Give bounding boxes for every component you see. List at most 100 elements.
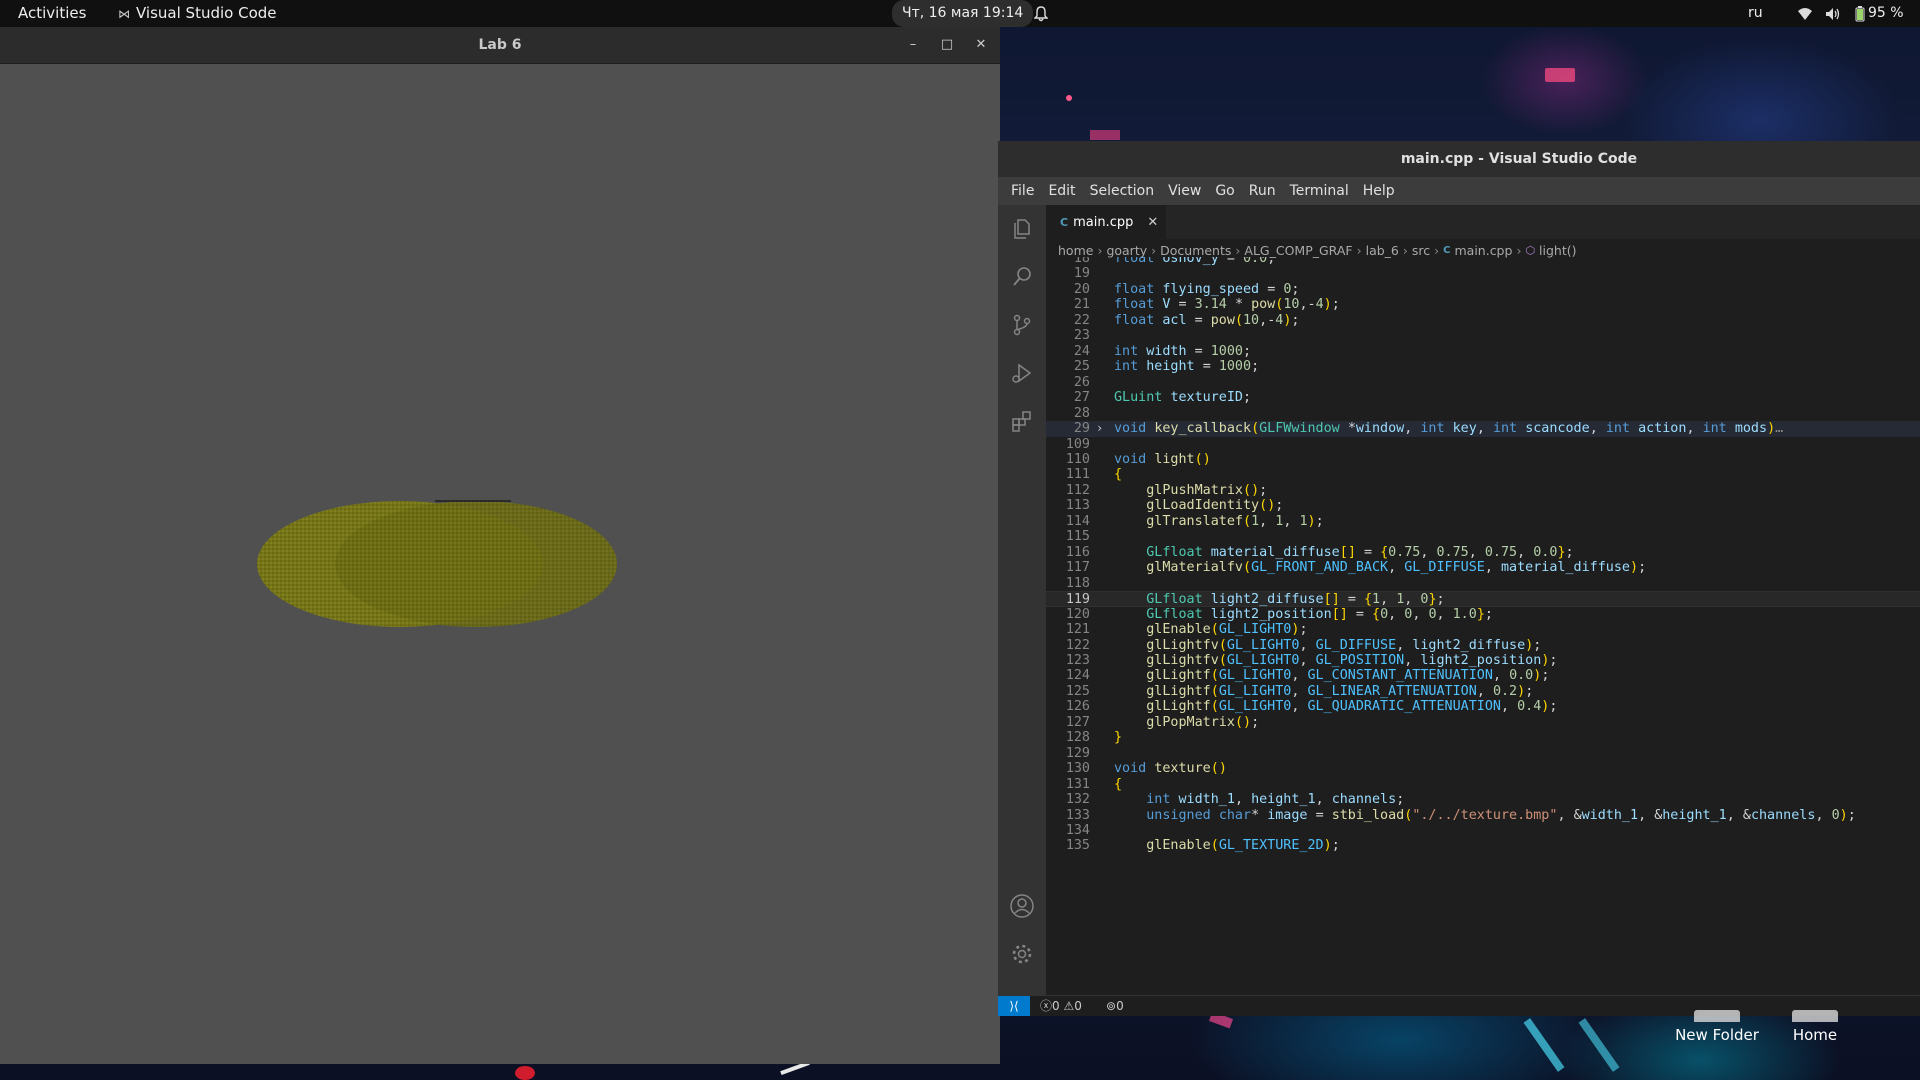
activities-button[interactable]: Activities — [18, 0, 86, 27]
tab-main-cpp[interactable]: C main.cpp ✕ — [1046, 205, 1166, 239]
code-line[interactable]: 126 glLightf(GL_LIGHT0, GL_QUADRATIC_ATT… — [1046, 699, 1920, 714]
code-line[interactable]: 121 glEnable(GL_LIGHT0); — [1046, 622, 1920, 637]
code-editor[interactable]: 18 float osnov_y = 0.0; 19 20 float flying_s… — [1046, 257, 1920, 995]
code-line[interactable]: 21 float V = 3.14 * pow(10,-4); — [1046, 297, 1920, 312]
code-line[interactable]: 120 GLfloat light2_position[] = {0, 0, 0… — [1046, 607, 1920, 622]
volume-icon[interactable] — [1825, 0, 1841, 27]
breadcrumb-item[interactable]: light() — [1539, 243, 1576, 258]
explorer-icon[interactable] — [998, 205, 1046, 253]
fold-chevron-icon[interactable]: › — [1096, 421, 1103, 436]
code-text: glPopMatrix(); — [1146, 714, 1260, 730]
breadcrumb-item[interactable]: ALG_COMP_GRAF — [1244, 243, 1352, 258]
app-menu[interactable]: ⋈ Visual Studio Code — [118, 0, 277, 27]
code-line[interactable]: 114 glTranslatef(1, 1, 1); — [1046, 514, 1920, 529]
code-line[interactable]: 119 GLfloat light2_diffuse[] = {1, 1, 0}… — [1046, 591, 1920, 607]
run-debug-icon[interactable] — [998, 349, 1046, 397]
code-line[interactable]: 129 — [1046, 746, 1920, 761]
code-line[interactable]: 131 { — [1046, 777, 1920, 792]
code-line[interactable]: 19 — [1046, 266, 1920, 281]
code-line[interactable]: 125 glLightf(GL_LIGHT0, GL_LINEAR_ATTENU… — [1046, 684, 1920, 699]
wallpaper-light — [515, 1066, 535, 1080]
code-line[interactable]: 123 glLightfv(GL_LIGHT0, GL_POSITION, li… — [1046, 653, 1920, 668]
menu-run[interactable]: Run — [1242, 183, 1283, 199]
code-line[interactable]: 27 GLuint textureID; — [1046, 390, 1920, 405]
code-line[interactable]: 26 — [1046, 375, 1920, 390]
menu-edit[interactable]: Edit — [1041, 183, 1082, 199]
breadcrumb-item[interactable]: src — [1412, 243, 1430, 258]
lab6-window: Lab 6 – □ ✕ — [0, 27, 1000, 1064]
breadcrumb-item[interactable]: Documents — [1160, 243, 1231, 258]
settings-gear-icon[interactable] — [998, 930, 1046, 978]
tab-close-icon[interactable]: ✕ — [1147, 215, 1158, 230]
minimize-button[interactable]: – — [898, 27, 928, 63]
breadcrumb-item[interactable]: goarty — [1106, 243, 1147, 258]
code-line[interactable]: 124 glLightf(GL_LIGHT0, GL_CONSTANT_ATTE… — [1046, 668, 1920, 683]
menu-selection[interactable]: Selection — [1083, 183, 1162, 199]
opengl-canvas[interactable] — [0, 64, 1000, 1064]
maximize-button[interactable]: □ — [932, 27, 962, 63]
breadcrumb-item[interactable]: home — [1058, 243, 1093, 258]
cpp-file-icon: C — [1060, 216, 1069, 229]
code-line[interactable]: 20 float flying_speed = 0; — [1046, 282, 1920, 297]
clock[interactable]: Чт, 16 мая 19:14 — [892, 0, 1034, 27]
code-line[interactable]: 28 — [1046, 406, 1920, 421]
breadcrumb-item[interactable]: main.cpp — [1454, 243, 1512, 258]
menu-terminal[interactable]: Terminal — [1283, 183, 1356, 199]
code-line[interactable]: 134 — [1046, 823, 1920, 838]
code-line[interactable]: 115 — [1046, 529, 1920, 544]
code-line[interactable]: 132 int width_1, height_1, channels; — [1046, 792, 1920, 807]
code-line[interactable]: 128} — [1046, 730, 1920, 745]
code-text: void key_callback(GLFWwindow *window, in… — [1114, 421, 1784, 437]
source-control-icon[interactable] — [998, 301, 1046, 349]
code-line[interactable]: 117 glMaterialfv(GL_FRONT_AND_BACK, GL_D… — [1046, 560, 1920, 575]
ports-indicator[interactable]: ⊚0 — [1106, 996, 1124, 1016]
notification-bell-icon[interactable] — [1033, 0, 1049, 27]
code-line[interactable]: 110 void light() — [1046, 452, 1920, 467]
breadcrumb-item[interactable]: lab_6 — [1366, 243, 1399, 258]
code-line[interactable]: 25 int height = 1000; — [1046, 359, 1920, 374]
code-text: glTranslatef(1, 1, 1); — [1146, 513, 1324, 529]
menu-help[interactable]: Help — [1356, 183, 1402, 199]
code-line[interactable]: 130 void texture() — [1046, 761, 1920, 776]
problems-indicator[interactable]: ⓧ0 ⚠0 — [1040, 996, 1082, 1016]
search-icon[interactable] — [998, 253, 1046, 301]
battery-icon[interactable] — [1855, 0, 1865, 27]
code-line[interactable]: 122 glLightfv(GL_LIGHT0, GL_DIFFUSE, lig… — [1046, 638, 1920, 653]
lab6-titlebar[interactable]: Lab 6 – □ ✕ — [0, 27, 1000, 64]
desktop-icon-home[interactable]: Home — [1765, 1010, 1865, 1044]
menu-go[interactable]: Go — [1208, 183, 1241, 199]
code-line[interactable]: 118 — [1046, 576, 1920, 591]
keyboard-layout-indicator[interactable]: ru — [1748, 0, 1763, 27]
code-text: } — [1114, 730, 1123, 746]
code-line[interactable]: 112 glPushMatrix(); — [1046, 483, 1920, 498]
chevron-right-icon: › — [1516, 242, 1522, 258]
desktop-icon-new-folder[interactable]: New Folder — [1667, 1010, 1767, 1044]
code-line[interactable]: 23 — [1046, 328, 1920, 343]
code-line[interactable]: 127 glPopMatrix(); — [1046, 715, 1920, 730]
code-line[interactable]: 133 unsigned char* image = stbi_load("./… — [1046, 808, 1920, 823]
close-button[interactable]: ✕ — [966, 27, 996, 63]
wifi-icon[interactable] — [1797, 0, 1813, 27]
code-text: glEnable(GL_LIGHT0); — [1146, 622, 1308, 638]
code-line[interactable]: 24 int width = 1000; — [1046, 344, 1920, 359]
code-line[interactable]: 22 float acl = pow(10,-4); — [1046, 313, 1920, 328]
code-text: int width_1, height_1, channels; — [1146, 792, 1405, 808]
account-icon[interactable] — [998, 882, 1046, 930]
code-line[interactable]: 109 — [1046, 437, 1920, 452]
remote-indicator[interactable]: ⟩⟨ — [998, 996, 1030, 1016]
code-line[interactable]: 29 › void key_callback(GLFWwindow *window,… — [1046, 421, 1920, 437]
extensions-icon[interactable] — [998, 397, 1046, 445]
code-text: GLuint textureID; — [1114, 390, 1252, 406]
vscode-titlebar[interactable]: main.cpp - Visual Studio Code — [998, 141, 1920, 177]
code-line[interactable]: 111 { — [1046, 467, 1920, 482]
battery-percent[interactable]: 95 % — [1868, 0, 1904, 27]
code-line[interactable]: 116 GLfloat material_diffuse[] = {0.75, … — [1046, 545, 1920, 560]
code-text: glLightf(GL_LIGHT0, GL_CONSTANT_ATTENUAT… — [1146, 668, 1550, 684]
menu-file[interactable]: File — [1004, 183, 1041, 199]
code-line[interactable]: 18 float osnov_y = 0.0; — [1046, 257, 1920, 266]
code-line[interactable]: 135 glEnable(GL_TEXTURE_2D); — [1046, 838, 1920, 853]
menu-view[interactable]: View — [1161, 183, 1208, 199]
broadcast-icon: ⊚ — [1106, 999, 1117, 1013]
code-line[interactable]: 113 glLoadIdentity(); — [1046, 498, 1920, 513]
line-number: 25 — [1073, 359, 1090, 375]
